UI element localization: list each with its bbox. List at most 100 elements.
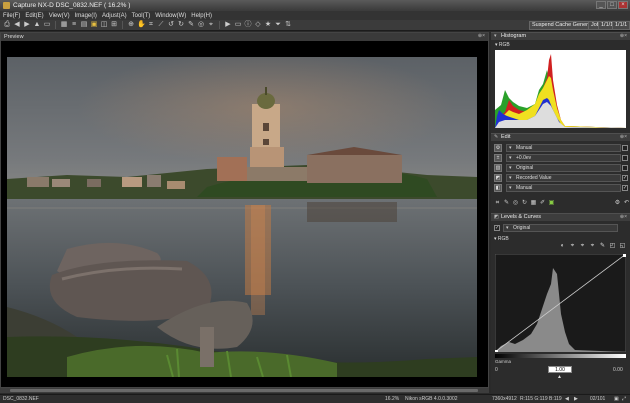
hand-icon[interactable]: ✋ — [137, 21, 146, 29]
camera-settings-icon: ⚙ — [494, 144, 502, 152]
reset-all-icon[interactable]: ◱ — [619, 243, 626, 250]
label-icon[interactable]: ◇ — [254, 21, 262, 29]
levels-pin-icon[interactable]: ⊕× — [620, 214, 627, 221]
lens-icon[interactable]: ◎ — [512, 200, 519, 207]
print-icon[interactable]: ⎙ — [3, 21, 11, 29]
levels-header[interactable]: ◩ Levels & Curves ⊕× — [491, 213, 630, 221]
menu-view[interactable]: View(V) — [49, 13, 70, 19]
straighten-icon[interactable]: ⟋ — [157, 21, 165, 29]
filmstrip-icon[interactable]: ▤ — [80, 21, 88, 29]
histogram-pin-icon[interactable]: ⊕× — [620, 33, 627, 40]
brush-icon[interactable]: ✐ — [539, 200, 546, 207]
auto-contrast-icon[interactable]: ◐ — [559, 243, 566, 250]
reset-icon[interactable]: ↶ — [623, 200, 630, 207]
edit-dropdown-5[interactable]: ▾ Manual — [506, 184, 621, 192]
crop-icon[interactable]: ⌗ — [494, 200, 501, 207]
menu-help[interactable]: Help(H) — [191, 13, 212, 19]
levels-enable-check[interactable]: ✓ — [494, 225, 500, 231]
gray-point-icon[interactable]: ⌖ — [579, 243, 586, 250]
compare-icon[interactable]: ◫ — [100, 21, 108, 29]
status-zoom: 16.2% — [385, 396, 400, 402]
collapse-icon[interactable]: ▾ — [494, 33, 497, 40]
retouch-icon[interactable]: ✎ — [503, 200, 510, 207]
photo-image[interactable] — [7, 57, 477, 377]
menu-file[interactable]: File(F) — [3, 13, 20, 19]
gamma-input[interactable]: 1.00 — [548, 366, 572, 373]
maximize-button[interactable]: □ — [607, 1, 617, 9]
view-toggle-2[interactable]: 1/1/1 — [612, 21, 630, 30]
preview-pin-icon[interactable]: ⊕× — [478, 33, 485, 39]
sort-icon[interactable]: ⇅ — [284, 21, 292, 29]
forward-icon[interactable]: ▶ — [23, 21, 31, 29]
retouch-icon[interactable]: ✎ — [187, 21, 195, 29]
zoom-icon[interactable]: ⊕ — [127, 21, 135, 29]
scroll-thumb[interactable] — [10, 389, 478, 392]
color-icon[interactable]: ▣ — [548, 200, 555, 207]
close-button[interactable]: × — [618, 1, 628, 9]
menu-adjust[interactable]: Adjust(A) — [102, 13, 127, 19]
color-picker-icon[interactable]: ⌖ — [207, 21, 215, 29]
compare4-icon[interactable]: ⊞ — [110, 21, 118, 29]
menu-tool[interactable]: Tool(T) — [132, 13, 151, 19]
up-folder-icon[interactable]: ▲ — [33, 21, 41, 29]
edit-check-5[interactable]: ✓ — [622, 185, 628, 191]
edit-check-2[interactable] — [622, 155, 628, 161]
crop-icon[interactable]: ⌗ — [147, 21, 155, 29]
gamma-slider-handle[interactable]: ▲ — [557, 374, 562, 380]
edit-pin-icon[interactable]: ⊕× — [620, 134, 627, 141]
list-view-icon[interactable]: ≡ — [70, 21, 78, 29]
levels-channel[interactable]: ▾ RGB — [494, 236, 534, 242]
prev-image-icon[interactable]: ◀ — [565, 396, 569, 402]
histogram-channel[interactable]: ▾ RGB — [495, 42, 510, 48]
edit-tools: ⌗ ✎ ◎ ↻ ▦ ✐ ▣ ⚙ ↶ — [491, 198, 630, 208]
histogram-graph — [495, 50, 626, 128]
edit-check-1[interactable] — [622, 145, 628, 151]
white-point-icon[interactable]: ⌖ — [589, 243, 596, 250]
back-icon[interactable]: ◀ — [13, 21, 21, 29]
levels-preset-dropdown[interactable]: ▾ Original — [503, 224, 618, 232]
edit-check-4[interactable]: ✓ — [622, 175, 628, 181]
rotate-left-icon[interactable]: ↺ — [167, 21, 175, 29]
next-image-icon[interactable]: ▶ — [574, 396, 578, 402]
edit-dropdown-2[interactable]: ▾ +0.0ev — [506, 154, 621, 162]
add-anchor-icon[interactable]: ✎ — [599, 243, 606, 250]
slideshow-icon[interactable]: ▶ — [224, 21, 232, 29]
rotate-right-icon[interactable]: ↻ — [177, 21, 185, 29]
folder-icon[interactable]: ▭ — [43, 21, 51, 29]
edit-dropdown-4[interactable]: ▾ Recorded Value — [506, 174, 621, 182]
edit-dropdown-3[interactable]: ▾ Original — [506, 164, 621, 172]
minimize-button[interactable]: _ — [596, 1, 606, 9]
settings-icon[interactable]: ⚙ — [614, 200, 621, 207]
filter-icon[interactable]: ⏷ — [274, 21, 282, 29]
chevron-down-icon: ▾ — [509, 155, 512, 161]
preview-label: Preview — [4, 34, 24, 40]
single-view-icon[interactable]: ▣ — [90, 21, 98, 29]
reset-channel-icon[interactable]: ◰ — [609, 243, 616, 250]
preview-scrollbar[interactable] — [0, 388, 489, 393]
histogram-label: Histogram — [501, 33, 527, 39]
display-icon[interactable]: ▭ — [234, 21, 242, 29]
grid-view-icon[interactable]: ▦ — [60, 21, 68, 29]
rating-icon[interactable]: ★ — [264, 21, 272, 29]
menu-window[interactable]: Window(W) — [155, 13, 186, 19]
grid-icon[interactable]: ▦ — [530, 200, 537, 207]
menu-edit[interactable]: Edit(E) — [25, 13, 43, 19]
dust-icon[interactable]: ◎ — [197, 21, 205, 29]
info-icon[interactable]: ⓘ — [244, 21, 252, 29]
chevron-down-icon: ▾ — [506, 225, 509, 231]
title-bar: Capture NX-D DSC_0832.NEF ( 16.2% ) _ □ … — [0, 0, 630, 11]
fullscreen-icon[interactable]: ⤢ — [622, 396, 626, 402]
curve-graph[interactable] — [495, 254, 626, 352]
edit-label: Edit — [501, 134, 511, 140]
black-point-icon[interactable]: ⌖ — [569, 243, 576, 250]
menu-image[interactable]: Image(I) — [75, 13, 97, 19]
rotate-icon[interactable]: ↻ — [521, 200, 528, 207]
status-profile: Nikon sRGB 4.0.0.3002 — [405, 396, 458, 402]
histogram-header[interactable]: ▾ Histogram ⊕× — [491, 32, 630, 40]
edit-check-3[interactable] — [622, 165, 628, 171]
chevron-down-icon: ▾ — [509, 165, 512, 171]
edit-dropdown-1[interactable]: ▾ Manual — [506, 144, 621, 152]
status-filename: DSC_0832.NEF — [3, 396, 39, 402]
edit-header[interactable]: ✎ Edit ⊕× — [491, 133, 630, 141]
fit-icon[interactable]: ▣ — [614, 396, 619, 402]
